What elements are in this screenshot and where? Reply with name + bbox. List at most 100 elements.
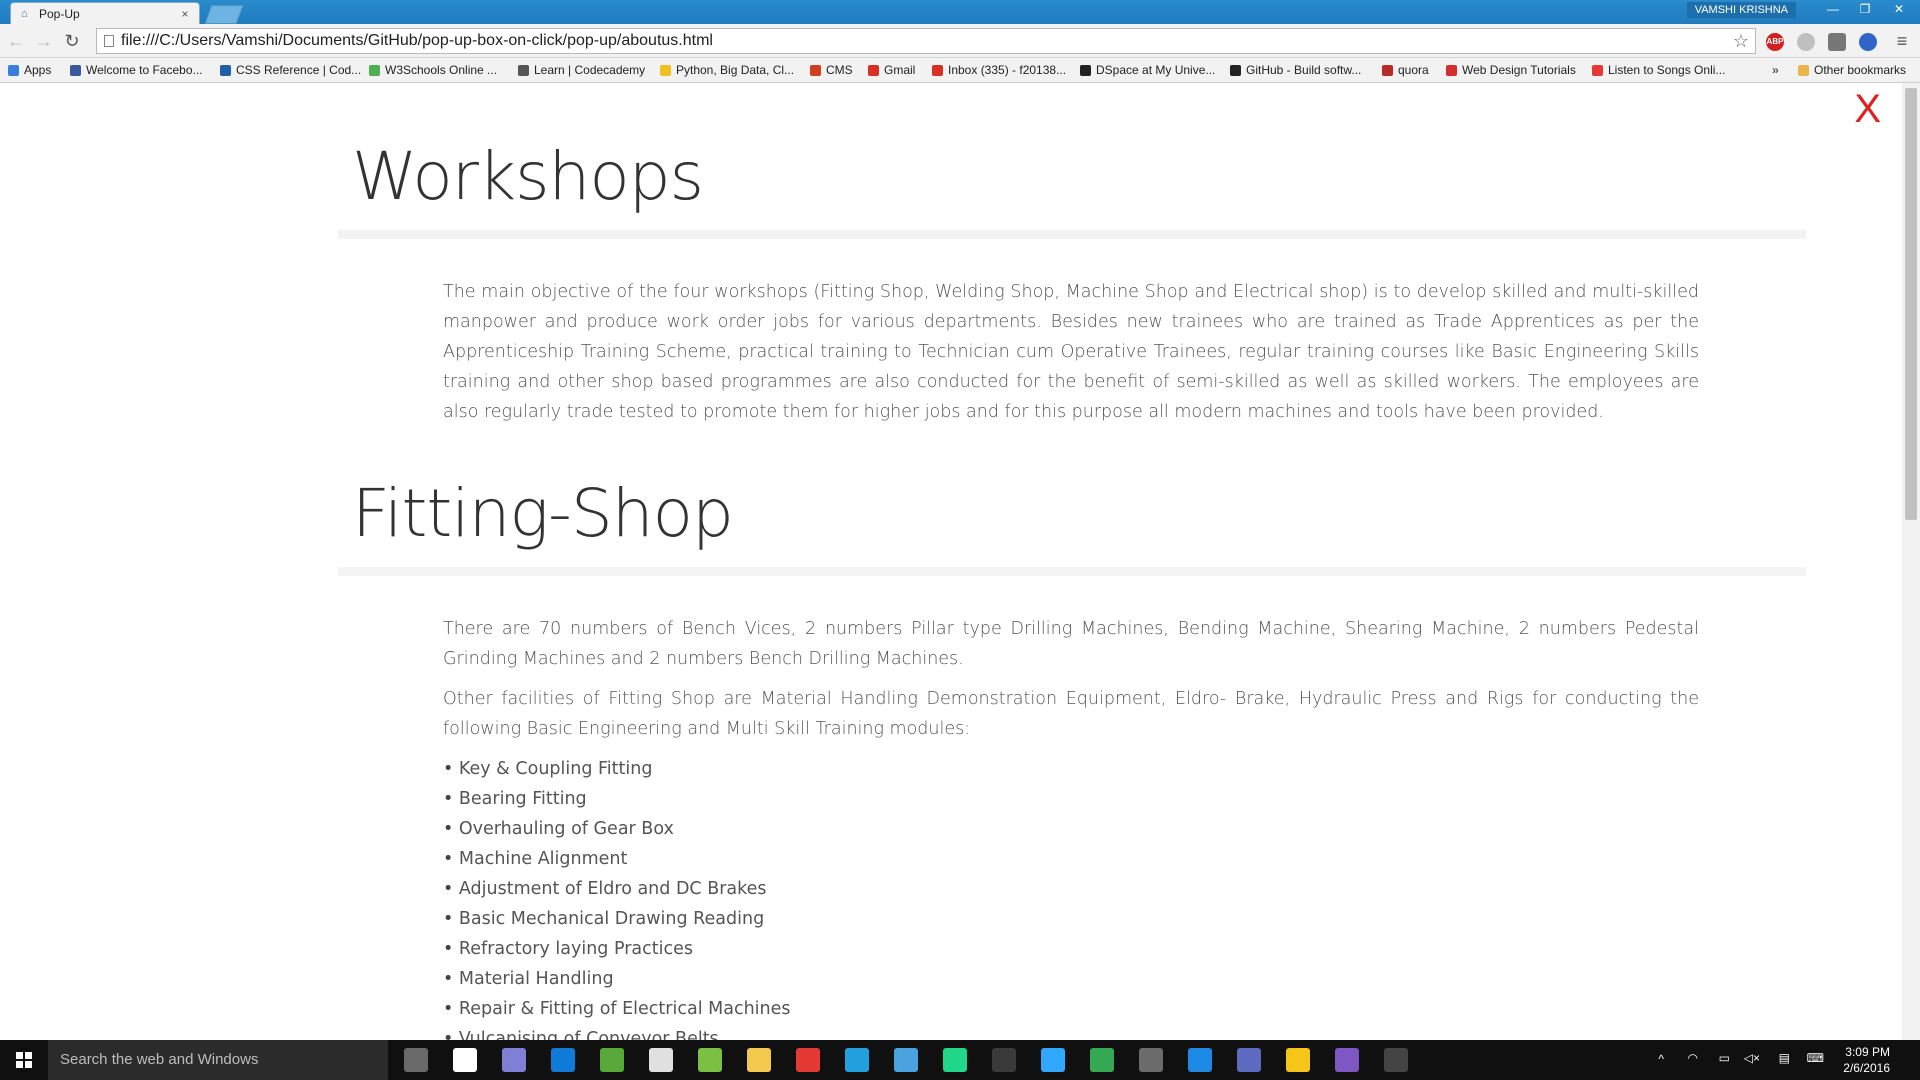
inbox-icon	[932, 64, 943, 76]
tab-close-icon[interactable]: ×	[177, 7, 193, 21]
taskbar-app-icon[interactable]	[1335, 1048, 1359, 1072]
taskbar-app-icon[interactable]	[600, 1048, 624, 1072]
folder-icon	[1798, 64, 1809, 76]
bookmark-item[interactable]: Python, Big Data, Cl...	[660, 63, 794, 77]
bookmark-item[interactable]: Web Design Tutorials	[1446, 63, 1576, 77]
codecademy-icon	[518, 64, 529, 76]
tab-title: Pop-Up	[39, 6, 80, 21]
browser-tab[interactable]: ⌂ Pop-Up ×	[10, 2, 200, 24]
github-icon	[1230, 64, 1241, 76]
browser-titlebar: ⌂ Pop-Up × VAMSHI KRISHNA — ❐ ✕	[0, 0, 1920, 24]
back-icon[interactable]: ←	[6, 31, 26, 51]
songs-icon	[1592, 64, 1603, 76]
page-content: X Workshops The main objective of the fo…	[0, 83, 1902, 1040]
taskbar-app-icon[interactable]	[1286, 1048, 1310, 1072]
minimize-icon[interactable]: —	[1818, 0, 1848, 18]
bookmark-item[interactable]: Inbox (335) - f20138...	[932, 63, 1066, 77]
forward-icon[interactable]: →	[34, 31, 54, 51]
gmail-icon	[868, 64, 879, 76]
clock-time: 3:09 PM	[1845, 1045, 1890, 1059]
list-item: Machine Alignment	[443, 844, 791, 874]
bookmarks-overflow-icon[interactable]: »	[1772, 63, 1779, 77]
list-item: Basic Mechanical Drawing Reading	[443, 904, 791, 934]
bookmark-item[interactable]: Listen to Songs Onli...	[1592, 63, 1725, 77]
bookmark-label: Inbox (335) - f20138...	[948, 63, 1067, 77]
profile-name-badge[interactable]: VAMSHI KRISHNA	[1686, 2, 1796, 18]
menu-icon[interactable]: ≡	[1892, 31, 1912, 51]
extension-icon[interactable]	[1828, 33, 1846, 51]
bookmark-item[interactable]: GitHub - Build softw...	[1230, 63, 1361, 77]
adblock-icon[interactable]: ABP	[1766, 33, 1784, 51]
taskbar-app-icon[interactable]	[943, 1048, 967, 1072]
browser-toolbar: ← → ↻ file:///C:/Users/Vamshi/Documents/…	[0, 24, 1920, 58]
bookmark-label: CMS	[826, 63, 853, 77]
new-tab-button[interactable]	[204, 5, 244, 24]
list-item: Key & Coupling Fitting	[443, 754, 791, 784]
bookmark-item[interactable]: quora	[1382, 63, 1429, 77]
taskbar-app-icon[interactable]	[453, 1048, 477, 1072]
bookmark-label: Web Design Tutorials	[1462, 63, 1576, 77]
windows-start-icon[interactable]	[16, 1052, 32, 1068]
popup-close-button[interactable]: X	[1854, 87, 1881, 131]
section-divider	[338, 567, 1806, 576]
tray-chevron-icon[interactable]: ^	[1658, 1052, 1664, 1066]
list-item: Repair & Fitting of Electrical Machines	[443, 994, 791, 1024]
taskbar-app-icon[interactable]	[1041, 1048, 1065, 1072]
bookmark-item[interactable]: Gmail	[868, 63, 915, 77]
taskbar-app-icon[interactable]	[649, 1048, 673, 1072]
bookmark-label: W3Schools Online ...	[385, 63, 498, 77]
taskbar-app-icon[interactable]	[894, 1048, 918, 1072]
globe-icon[interactable]	[1797, 33, 1815, 51]
bookmark-item[interactable]: CSS Reference | Cod...	[220, 63, 361, 77]
taskbar-clock[interactable]: 3:09 PM 2/6/2016	[1843, 1044, 1890, 1076]
taskbar-app-icon[interactable]	[747, 1048, 771, 1072]
bookmark-apps[interactable]: Apps	[8, 63, 51, 77]
bookmark-label: Listen to Songs Onli...	[1608, 63, 1726, 77]
address-bar[interactable]: file:///C:/Users/Vamshi/Documents/GitHub…	[96, 28, 1756, 54]
w3schools-icon	[369, 64, 380, 76]
taskbar-search-box[interactable]: Search the web and Windows	[48, 1040, 388, 1080]
bookmark-label: Python, Big Data, Cl...	[676, 63, 795, 77]
notifications-icon[interactable]: ▤	[1779, 1051, 1790, 1065]
bookmark-item[interactable]: Welcome to Facebo...	[70, 63, 203, 77]
keyboard-icon[interactable]: ⌨	[1807, 1051, 1824, 1065]
fitting-shop-facilities: Other facilities of Fitting Shop are Mat…	[443, 689, 1699, 739]
taskbar-app-icon[interactable]	[1188, 1048, 1212, 1072]
restore-icon[interactable]: ❐	[1850, 0, 1880, 18]
taskbar-app-icon[interactable]	[698, 1048, 722, 1072]
fitting-shop-equipment: There are 70 numbers of Bench Vices, 2 n…	[443, 619, 1699, 669]
section-divider	[338, 230, 1806, 239]
battery-icon[interactable]: ▭	[1719, 1051, 1730, 1065]
bookmark-item[interactable]: Learn | Codecademy	[518, 63, 645, 77]
bookmark-label: GitHub - Build softw...	[1246, 63, 1362, 77]
taskbar-app-icon[interactable]	[1237, 1048, 1261, 1072]
taskbar-app-icon[interactable]	[502, 1048, 526, 1072]
bookmark-item[interactable]: W3Schools Online ...	[369, 63, 497, 77]
list-item: Overhauling of Gear Box	[443, 814, 791, 844]
bookmark-label: quora	[1398, 63, 1429, 77]
bookmark-item[interactable]: DSpace at My Unive...	[1080, 63, 1215, 77]
scrollbar-thumb[interactable]	[1905, 88, 1917, 520]
taskbar-app-icon[interactable]	[796, 1048, 820, 1072]
bookmark-star-icon[interactable]: ☆	[1733, 29, 1749, 53]
volume-muted-icon[interactable]: ◁×	[1744, 1051, 1760, 1065]
window-close-icon[interactable]: ✕	[1882, 0, 1916, 18]
taskbar-app-icon[interactable]	[551, 1048, 575, 1072]
taskbar-app-icon[interactable]	[1384, 1048, 1408, 1072]
taskbar-app-icon[interactable]	[404, 1048, 428, 1072]
bookmark-item[interactable]: CMS	[810, 63, 853, 77]
taskbar-app-icon[interactable]	[1139, 1048, 1163, 1072]
wifi-icon[interactable]: ◠	[1688, 1051, 1698, 1065]
tab-favicon-icon: ⌂	[21, 7, 28, 20]
workshops-description: The main objective of the four workshops…	[443, 282, 1699, 422]
vpn-extension-icon[interactable]	[1859, 33, 1877, 51]
other-bookmarks[interactable]: Other bookmarks	[1798, 63, 1906, 77]
taskbar-app-icon[interactable]	[992, 1048, 1016, 1072]
python-icon	[660, 64, 671, 76]
taskbar-app-icon[interactable]	[1090, 1048, 1114, 1072]
bookmark-label: Apps	[24, 63, 52, 77]
reload-icon[interactable]: ↻	[62, 31, 82, 51]
clock-date: 2/6/2016	[1843, 1061, 1890, 1075]
taskbar-app-icon[interactable]	[845, 1048, 869, 1072]
list-item: Refractory laying Practices	[443, 934, 791, 964]
